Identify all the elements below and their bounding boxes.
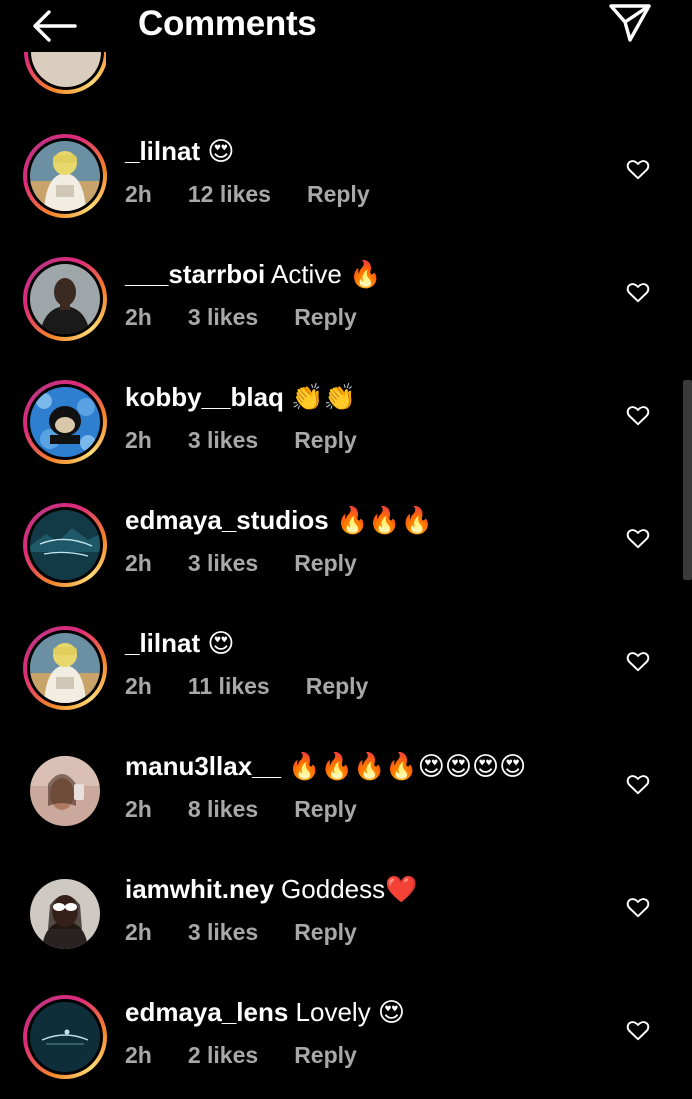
heart-icon[interactable] — [625, 156, 651, 182]
avatar-image — [30, 633, 100, 703]
comment-body: Active 🔥 — [265, 259, 382, 289]
comment-meta: 2h 8 likes Reply — [125, 796, 393, 823]
comment-username[interactable]: iamwhit.ney — [125, 874, 274, 904]
avatar-image — [30, 387, 100, 457]
comment-username[interactable]: _lilnat — [125, 136, 200, 166]
comment-body: 😍 — [200, 136, 235, 166]
comment-meta: 2h 3 likes Reply — [125, 919, 393, 946]
comment-body: 😍 — [200, 628, 235, 658]
comment-meta: 2h 12 likes Reply — [125, 181, 406, 208]
comment-time: 2h — [125, 1042, 152, 1068]
avatar[interactable] — [23, 134, 107, 218]
reply-button[interactable]: Reply — [294, 1042, 357, 1068]
avatar[interactable] — [23, 995, 107, 1079]
comments-list: _lilnat 😍 2h 12 likes Reply ___starrboi … — [0, 0, 692, 1099]
comment-text: ___starrboi Active 🔥 — [125, 259, 381, 290]
comment-body: 🔥🔥🔥🔥😍😍😍😍 — [281, 751, 527, 781]
comment-meta: 2h 2 likes Reply — [125, 1042, 393, 1069]
comment-row: kobby__blaq 👏👏 2h 3 likes Reply — [0, 380, 692, 480]
top-bar: Comments — [0, 0, 692, 52]
avatar[interactable] — [23, 872, 107, 956]
back-button[interactable] — [30, 8, 78, 48]
comment-row: _lilnat 😍 2h 11 likes Reply — [0, 626, 692, 726]
avatar[interactable] — [23, 257, 107, 341]
comment-username[interactable]: _lilnat — [125, 628, 200, 658]
comment-time: 2h — [125, 304, 152, 330]
reply-button[interactable]: Reply — [294, 304, 357, 330]
heart-icon[interactable] — [625, 279, 651, 305]
reply-button[interactable]: Reply — [307, 181, 370, 207]
comment-time: 2h — [125, 919, 152, 945]
comment-body: 🔥🔥🔥 — [328, 505, 434, 535]
comment-text: _lilnat 😍 — [125, 628, 234, 659]
comment-time: 2h — [125, 796, 152, 822]
reply-button[interactable]: Reply — [294, 796, 357, 822]
comment-username[interactable]: kobby__blaq — [125, 382, 284, 412]
comment-body: 👏👏 — [283, 382, 356, 412]
comment-time: 2h — [125, 427, 152, 453]
comment-row: edmaya_lens Lovely 😍 2h 2 likes Reply — [0, 995, 692, 1095]
comment-text: manu3llax__ 🔥🔥🔥🔥😍😍😍😍 — [125, 751, 526, 782]
comment-username[interactable]: edmaya_studios — [125, 505, 329, 535]
reply-button[interactable]: Reply — [294, 919, 357, 945]
comment-likes[interactable]: 3 likes — [188, 919, 258, 945]
comment-text: _lilnat 😍 — [125, 136, 234, 167]
comment-body: Goddess❤️ — [273, 874, 418, 904]
comment-username[interactable]: ___starrboi — [125, 259, 265, 289]
share-button[interactable] — [604, 2, 656, 48]
comment-meta: 2h 3 likes Reply — [125, 427, 393, 454]
avatar[interactable] — [23, 626, 107, 710]
heart-icon[interactable] — [625, 771, 651, 797]
comment-username[interactable]: manu3llax__ — [125, 751, 281, 781]
comment-meta: 2h 11 likes Reply — [125, 673, 404, 700]
avatar-image — [30, 141, 100, 211]
heart-icon[interactable] — [625, 525, 651, 551]
comment-time: 2h — [125, 550, 152, 576]
heart-icon[interactable] — [625, 402, 651, 428]
comment-meta: 2h 3 likes Reply — [125, 304, 393, 331]
comment-body: Lovely 😍 — [288, 997, 406, 1027]
comment-likes[interactable]: 12 likes — [188, 181, 271, 207]
comment-text: kobby__blaq 👏👏 — [125, 382, 356, 413]
comment-likes[interactable]: 2 likes — [188, 1042, 258, 1068]
avatar-image — [30, 510, 100, 580]
reply-button[interactable]: Reply — [294, 550, 357, 576]
paper-plane-icon — [608, 3, 652, 48]
comment-text: iamwhit.ney Goddess❤️ — [125, 874, 418, 905]
scrollbar[interactable] — [683, 380, 692, 580]
heart-icon[interactable] — [625, 894, 651, 920]
comment-username[interactable]: edmaya_lens — [125, 997, 288, 1027]
comment-likes[interactable]: 11 likes — [188, 673, 270, 699]
comment-likes[interactable]: 3 likes — [188, 304, 258, 330]
comment-text: edmaya_studios 🔥🔥🔥 — [125, 505, 433, 536]
comment-row: ___starrboi Active 🔥 2h 3 likes Reply — [0, 257, 692, 357]
comment-text: edmaya_lens Lovely 😍 — [125, 997, 405, 1028]
comment-row: _lilnat 😍 2h 12 likes Reply — [0, 134, 692, 234]
heart-icon[interactable] — [625, 1017, 651, 1043]
arrow-left-icon — [31, 9, 77, 47]
comment-likes[interactable]: 8 likes — [188, 796, 258, 822]
avatar[interactable] — [23, 380, 107, 464]
avatar[interactable] — [23, 503, 107, 587]
avatar-image — [30, 756, 100, 826]
comment-time: 2h — [125, 673, 152, 699]
comment-row: manu3llax__ 🔥🔥🔥🔥😍😍😍😍 2h 8 likes Reply — [0, 749, 692, 849]
avatar-image — [30, 264, 100, 334]
avatar[interactable] — [23, 749, 107, 833]
comment-likes[interactable]: 3 likes — [188, 427, 258, 453]
comment-meta: 2h 3 likes Reply — [125, 550, 393, 577]
comment-time: 2h — [125, 181, 152, 207]
comment-row: iamwhit.ney Goddess❤️ 2h 3 likes Reply — [0, 872, 692, 972]
avatar-image — [30, 879, 100, 949]
comment-row: edmaya_studios 🔥🔥🔥 2h 3 likes Reply — [0, 503, 692, 603]
comment-likes[interactable]: 3 likes — [188, 550, 258, 576]
reply-button[interactable]: Reply — [294, 427, 357, 453]
avatar-image — [30, 1002, 100, 1072]
reply-button[interactable]: Reply — [306, 673, 369, 699]
heart-icon[interactable] — [625, 648, 651, 674]
page-title: Comments — [138, 4, 317, 43]
